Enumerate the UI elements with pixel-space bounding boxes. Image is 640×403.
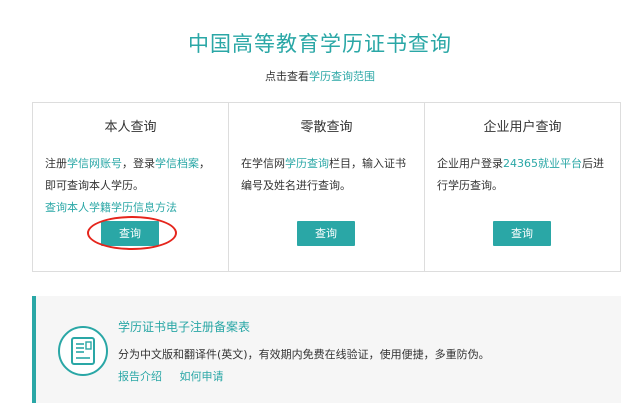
info-title: 学历证书电子注册备案表 bbox=[118, 320, 251, 334]
card-title-enterprise: 企业用户查询 bbox=[483, 120, 562, 135]
self-query-button[interactable]: 查询 bbox=[101, 221, 159, 246]
card-title-individual: 零散查询 bbox=[300, 120, 353, 135]
info-links: 报告介绍 如何申请 bbox=[118, 368, 238, 384]
subtitle-prefix: 点击查看 bbox=[265, 70, 309, 83]
subtitle: 点击查看学历查询范围 bbox=[0, 68, 640, 84]
report-intro-link[interactable]: 报告介绍 bbox=[118, 370, 162, 383]
degree-query-link[interactable]: 学历查询 bbox=[285, 157, 329, 170]
how-to-apply-link[interactable]: 如何申请 bbox=[180, 370, 224, 383]
query-scope-link[interactable]: 学历查询范围 bbox=[309, 70, 375, 83]
page-title: 中国高等教育学历证书查询 bbox=[188, 32, 452, 56]
certificate-icon bbox=[58, 326, 108, 376]
certificate-info-box: 学历证书电子注册备案表 分为中文版和翻译件(英文)，有效期内免费在线验证，使用便… bbox=[32, 296, 621, 403]
enterprise-query-button[interactable]: 查询 bbox=[493, 221, 551, 246]
card-body-enterprise: 企业用户登录24365就业平台后进行学历查询。 bbox=[437, 153, 610, 197]
card-title-self: 本人查询 bbox=[104, 120, 157, 135]
card-text: 在学信网 bbox=[241, 157, 285, 170]
card-text: 企业用户登录 bbox=[437, 157, 503, 170]
card-body-individual: 在学信网学历查询栏目，输入证书编号及姓名进行查询。 bbox=[241, 153, 414, 197]
self-query-method-link[interactable]: 查询本人学籍学历信息方法 bbox=[45, 201, 177, 214]
card-text: 注册 bbox=[45, 157, 67, 170]
employment-platform-link[interactable]: 24365就业平台 bbox=[503, 157, 582, 170]
chsi-archive-link[interactable]: 学信档案 bbox=[155, 157, 199, 170]
info-description: 分为中文版和翻译件(英文)，有效期内免费在线验证，使用便捷，多重防伪。 bbox=[118, 348, 490, 361]
query-cards: 本人查询 注册学信网账号，登录学信档案，即可查询本人学历。 查询本人学籍学历信息… bbox=[32, 102, 621, 272]
individual-query-button[interactable]: 查询 bbox=[297, 221, 355, 246]
chsi-account-link[interactable]: 学信网账号 bbox=[67, 157, 122, 170]
card-text: ，登录 bbox=[122, 157, 155, 170]
card-body-self: 注册学信网账号，登录学信档案，即可查询本人学历。 查询本人学籍学历信息方法 bbox=[45, 153, 218, 219]
